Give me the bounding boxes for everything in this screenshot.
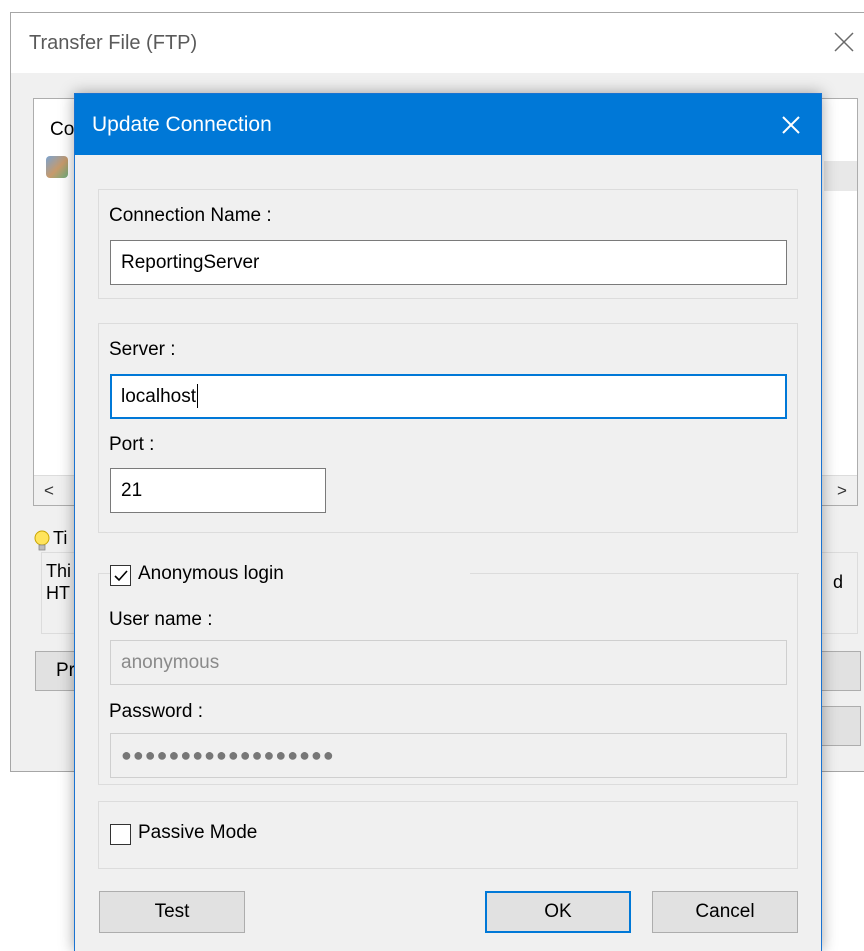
passive-mode-checkbox[interactable]: Passive Mode	[110, 822, 310, 848]
checkbox-box[interactable]	[110, 565, 131, 586]
dialog-title: Update Connection	[92, 113, 272, 136]
server-connection-icon	[46, 156, 68, 178]
test-button[interactable]: Test	[99, 891, 245, 933]
background-right-button[interactable]	[821, 651, 861, 691]
text-cursor	[197, 383, 198, 408]
login-group-line	[459, 573, 799, 574]
passive-mode-group: Passive Mode	[98, 801, 798, 869]
close-icon[interactable]	[829, 27, 859, 57]
scroll-left-button[interactable]: <	[34, 476, 64, 505]
username-value: anonymous	[121, 652, 220, 673]
checkmark-icon	[114, 570, 128, 582]
close-icon[interactable]	[775, 109, 807, 141]
anonymous-login-label: Anonymous login	[138, 563, 284, 584]
connection-name-value: ReportingServer	[121, 252, 260, 273]
ok-button[interactable]: OK	[485, 891, 631, 933]
server-group: Server : localhost Port : 21	[98, 323, 798, 533]
port-label: Port :	[109, 434, 155, 455]
password-label: Password :	[109, 701, 203, 722]
transfer-file-title: Transfer File (FTP)	[29, 32, 198, 54]
checkbox-box[interactable]	[110, 824, 131, 845]
password-input[interactable]: ●●●●●●●●●●●●●●●●●●	[110, 733, 787, 778]
server-label: Server :	[109, 339, 176, 360]
port-value: 21	[121, 480, 143, 501]
list-column-header: Co	[50, 119, 75, 140]
scroll-right-button[interactable]: >	[827, 476, 857, 505]
username-label: User name :	[109, 609, 213, 630]
lightbulb-icon	[34, 530, 50, 551]
dialog-titlebar: Update Connection	[75, 94, 821, 155]
transfer-file-titlebar: Transfer File (FTP)	[11, 13, 864, 73]
connection-name-input[interactable]: ReportingServer	[110, 240, 787, 285]
login-group: User name : anonymous Password : ●●●●●●●…	[98, 573, 798, 785]
tip-text-tail: d	[832, 572, 843, 592]
update-connection-dialog: Update Connection Connection Name : Repo…	[74, 93, 822, 951]
list-item-highlight	[824, 161, 857, 191]
anonymous-login-checkbox[interactable]: Anonymous login	[110, 563, 470, 589]
port-input[interactable]: 21	[110, 468, 326, 513]
connection-name-group: Connection Name : ReportingServer	[98, 189, 798, 299]
password-mask: ●●●●●●●●●●●●●●●●●●	[121, 745, 335, 765]
server-value: localhost	[121, 386, 196, 407]
background-right-button[interactable]	[821, 706, 861, 746]
connection-name-label: Connection Name :	[109, 205, 272, 226]
username-input[interactable]: anonymous	[110, 640, 787, 685]
server-input[interactable]: localhost	[110, 374, 787, 419]
cancel-button[interactable]: Cancel	[652, 891, 798, 933]
tip-title: Ti	[53, 528, 68, 548]
passive-mode-label: Passive Mode	[138, 822, 258, 843]
